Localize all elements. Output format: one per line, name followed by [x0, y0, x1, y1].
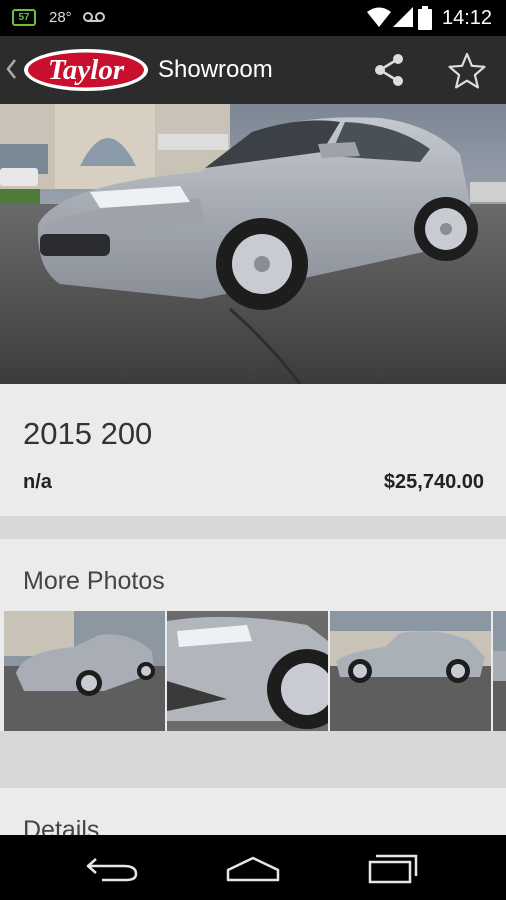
photo-thumbnail[interactable]: [167, 611, 328, 731]
clock: 14:12: [442, 7, 493, 29]
photo-thumbnail[interactable]: [493, 611, 506, 731]
star-outline-icon[interactable]: [446, 50, 488, 92]
home-icon[interactable]: [222, 852, 284, 884]
weather-temperature: 28°: [49, 9, 72, 26]
voicemail-icon: [83, 12, 105, 22]
details-title: Details: [23, 816, 100, 835]
photo-thumbnail[interactable]: [330, 611, 491, 731]
status-bar: 57 28° 14:12: [0, 0, 506, 36]
battery-icon: [418, 6, 432, 30]
notification-badge: 57: [12, 9, 36, 26]
action-bar: Taylor Showroom: [0, 36, 506, 104]
system-nav-bar: [0, 835, 506, 900]
vehicle-mileage: n/a: [23, 471, 52, 493]
taylor-logo[interactable]: Taylor: [22, 47, 150, 93]
details-card: Details: [0, 788, 506, 835]
photo-carousel[interactable]: [4, 611, 506, 731]
more-photos-card: More Photos: [0, 539, 506, 731]
vehicle-hero-photo[interactable]: [0, 104, 506, 384]
logo-text: Taylor: [48, 54, 125, 86]
chevron-left-icon[interactable]: [4, 56, 18, 82]
signal-icon: [393, 7, 413, 27]
screen-title: Showroom: [158, 56, 273, 83]
recents-icon[interactable]: [362, 850, 424, 886]
vehicle-detail-content[interactable]: 2015 200 n/a $25,740.00 More Photos Deta…: [0, 104, 506, 835]
vehicle-price: $25,740.00: [383, 471, 484, 493]
vehicle-info-card: 2015 200 n/a $25,740.00: [0, 384, 506, 516]
share-icon[interactable]: [370, 50, 410, 90]
vehicle-title: 2015 200: [23, 416, 153, 451]
wifi-icon: [367, 7, 391, 27]
back-icon[interactable]: [82, 852, 144, 884]
photo-thumbnail[interactable]: [4, 611, 165, 731]
more-photos-title: More Photos: [23, 567, 165, 595]
